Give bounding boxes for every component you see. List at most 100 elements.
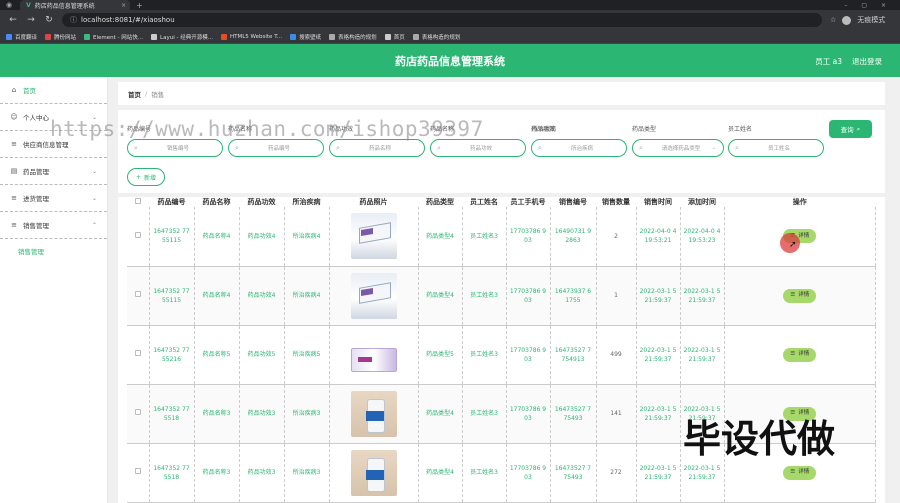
detail-button[interactable]: ☰详情	[783, 465, 817, 480]
bookmark-label: 首页	[393, 34, 405, 41]
staff-phone-cell: 17703786 903	[506, 207, 551, 267]
site-info-icon[interactable]: ⓘ	[70, 15, 77, 25]
photo-cell	[329, 384, 419, 444]
drug-no-cell: 1647352 775518	[149, 443, 195, 503]
bookmark-label: HTML5 Website T...	[229, 33, 283, 40]
app-title: 药店药品信息管理系统	[395, 55, 505, 68]
breadcrumb: 首页 / 销售	[118, 82, 885, 105]
chevron-down-icon: ⌄	[711, 145, 716, 151]
new-tab-icon[interactable]: +	[136, 1, 143, 10]
drug-type-cell: 药品类型4	[418, 443, 463, 503]
placeholder: 药品编号	[267, 146, 290, 152]
sidebar-item-sales[interactable]: ≡ 销售管理 ⌃	[0, 212, 107, 239]
staff-name-input[interactable]: ⌕ 员工姓名	[728, 139, 824, 157]
drug-no-input[interactable]: ⌕ 药品编号	[228, 139, 324, 157]
staff-name-cell: 员工姓名3	[462, 325, 507, 385]
row-checkbox[interactable]	[134, 468, 141, 474]
back-icon[interactable]: ←	[8, 15, 18, 25]
bookmark-item[interactable]: 百度翻译	[6, 33, 37, 41]
detail-button[interactable]: ☰详情	[783, 288, 817, 303]
column-header: 员工手机号	[510, 198, 546, 206]
add-button[interactable]: + 新增	[127, 168, 165, 186]
mouse-cursor-icon: ➚	[789, 240, 797, 250]
search-icon: ⌕	[235, 143, 239, 152]
column-header: 添加时间	[688, 198, 716, 206]
bookmark-item[interactable]: 表格构造的规划	[412, 33, 461, 41]
search-icon: ⌕	[437, 143, 441, 152]
bookmark-item[interactable]: 首页	[384, 33, 405, 41]
bookmark-icon	[220, 33, 227, 40]
bookmark-item[interactable]: HTML5 Website T...	[220, 33, 283, 40]
row-checkbox[interactable]	[134, 231, 141, 238]
browser-address-bar: ← → ↻ ⓘ localhost:8081/#/xiaoshou ☆ 无痕模式	[0, 10, 900, 30]
column-header: 员工姓名	[470, 198, 498, 206]
drug-type-cell: 药品类型4	[418, 266, 463, 326]
drug-type-select[interactable]: ⌕ 请选择药品类型 ⌄	[632, 139, 724, 157]
table-row: 1647352 7755216 药品名称5 药品功效5 所治疾病5 药品类型5 员工姓名3…	[127, 325, 876, 385]
sidebar-item-home[interactable]: ⌂ 首页	[0, 77, 107, 104]
app-header: 药店药品信息管理系统 员工 a3 退出登录	[0, 44, 900, 77]
drug-no-cell: 1647352 775518	[149, 384, 195, 444]
bookmark-item[interactable]: 腾份网站	[45, 33, 76, 41]
star-icon[interactable]: ☆	[830, 16, 836, 24]
placeholder: 员工姓名	[767, 146, 790, 152]
sale-time-cell: 2022-03-1 5 21:59:37	[636, 325, 681, 385]
checkbox-icon[interactable]	[135, 198, 141, 204]
close-tab-icon[interactable]: ×	[121, 2, 126, 9]
row-checkbox[interactable]	[134, 409, 141, 415]
forward-icon[interactable]: →	[26, 15, 36, 25]
bookmark-item[interactable]: 表格构造的规划	[329, 33, 377, 41]
drug-effect-input[interactable]: ⌕ 药品功效	[430, 139, 526, 157]
browser-menu-icon[interactable]: ◉	[6, 1, 12, 9]
drug-name-cell: 药品名称3	[194, 384, 240, 444]
bookmark-icon	[384, 33, 391, 40]
window-controls[interactable]: – ▢ ×	[844, 2, 892, 9]
drug-name-cell: 药品名称4	[194, 266, 240, 326]
drug-photo	[350, 347, 397, 372]
sidebar-item-label: 药品管理	[23, 168, 49, 176]
detail-button[interactable]: ☰详情	[783, 347, 817, 362]
column-header: 操作	[792, 198, 807, 206]
sale-no-input[interactable]: ⌕ 销售编号	[127, 139, 223, 157]
sale-qty-cell: 272	[596, 443, 637, 503]
row-checkbox[interactable]	[134, 291, 141, 297]
drug-effect-cell: 药品功效5	[239, 325, 285, 385]
sidebar-item-purchase[interactable]: ≡ 进货管理 ⌄	[0, 185, 107, 212]
select-all-checkbox[interactable]	[127, 197, 149, 207]
bookmark-label: 搜索壁纸	[299, 34, 322, 41]
bookmark-item[interactable]: Element - 网站快...	[84, 33, 143, 41]
bookmark-icon	[151, 33, 158, 40]
current-user[interactable]: 员工 a3	[815, 56, 842, 67]
reload-icon[interactable]: ↻	[44, 15, 54, 25]
drug-photo	[350, 213, 397, 260]
disease-cell: 所治疾病4	[284, 207, 330, 267]
breadcrumb-home[interactable]: 首页	[128, 89, 141, 99]
profile-avatar[interactable]	[842, 15, 852, 25]
column-header: 药品类型	[426, 198, 454, 206]
sidebar-item-medicine[interactable]: ▤ 药品管理 ⌄	[0, 158, 107, 185]
actions-cell: ☰详情	[724, 325, 876, 385]
row-checkbox[interactable]	[134, 350, 141, 356]
detail-button-label: 详情	[798, 351, 810, 357]
drug-name-input[interactable]: ⌕ 药品名称	[329, 139, 425, 157]
bookmark-item[interactable]: Layui - 经典开源模...	[151, 33, 213, 41]
sale-no-cell: 16490731 92863	[550, 207, 597, 267]
bookmark-label: 腾份网站	[54, 34, 77, 41]
chevron-up-icon: ⌃	[91, 221, 97, 229]
query-button[interactable]: 查询 ⌕	[829, 120, 872, 138]
browser-tab[interactable]: V 药店药品信息管理系统 ×	[20, 0, 131, 10]
staff-phone-cell: 17703786 903	[506, 266, 551, 326]
sale-no-cell: 16473527 7754913	[550, 325, 597, 385]
url-input[interactable]: ⓘ localhost:8081/#/xiaoshou	[62, 13, 822, 27]
add-button-label: 新增	[144, 174, 157, 182]
column-header: 药品照片	[359, 198, 388, 206]
bookmark-item[interactable]: 搜索壁纸	[290, 33, 321, 41]
bookmark-label: 表格构造的规划	[421, 34, 461, 41]
logout-link[interactable]: 退出登录	[852, 56, 882, 67]
actions-cell: ☰详情	[724, 266, 876, 326]
sidebar-subitem-sales-management[interactable]: 销售管理	[0, 239, 107, 263]
search-icon: ⌕	[336, 143, 340, 152]
disease-input[interactable]: ⌕ 所治疾病	[531, 139, 627, 157]
sale-time-cell: 2022-03-1 5 21:59:37	[636, 443, 681, 503]
detail-button-label: 详情	[798, 469, 810, 475]
